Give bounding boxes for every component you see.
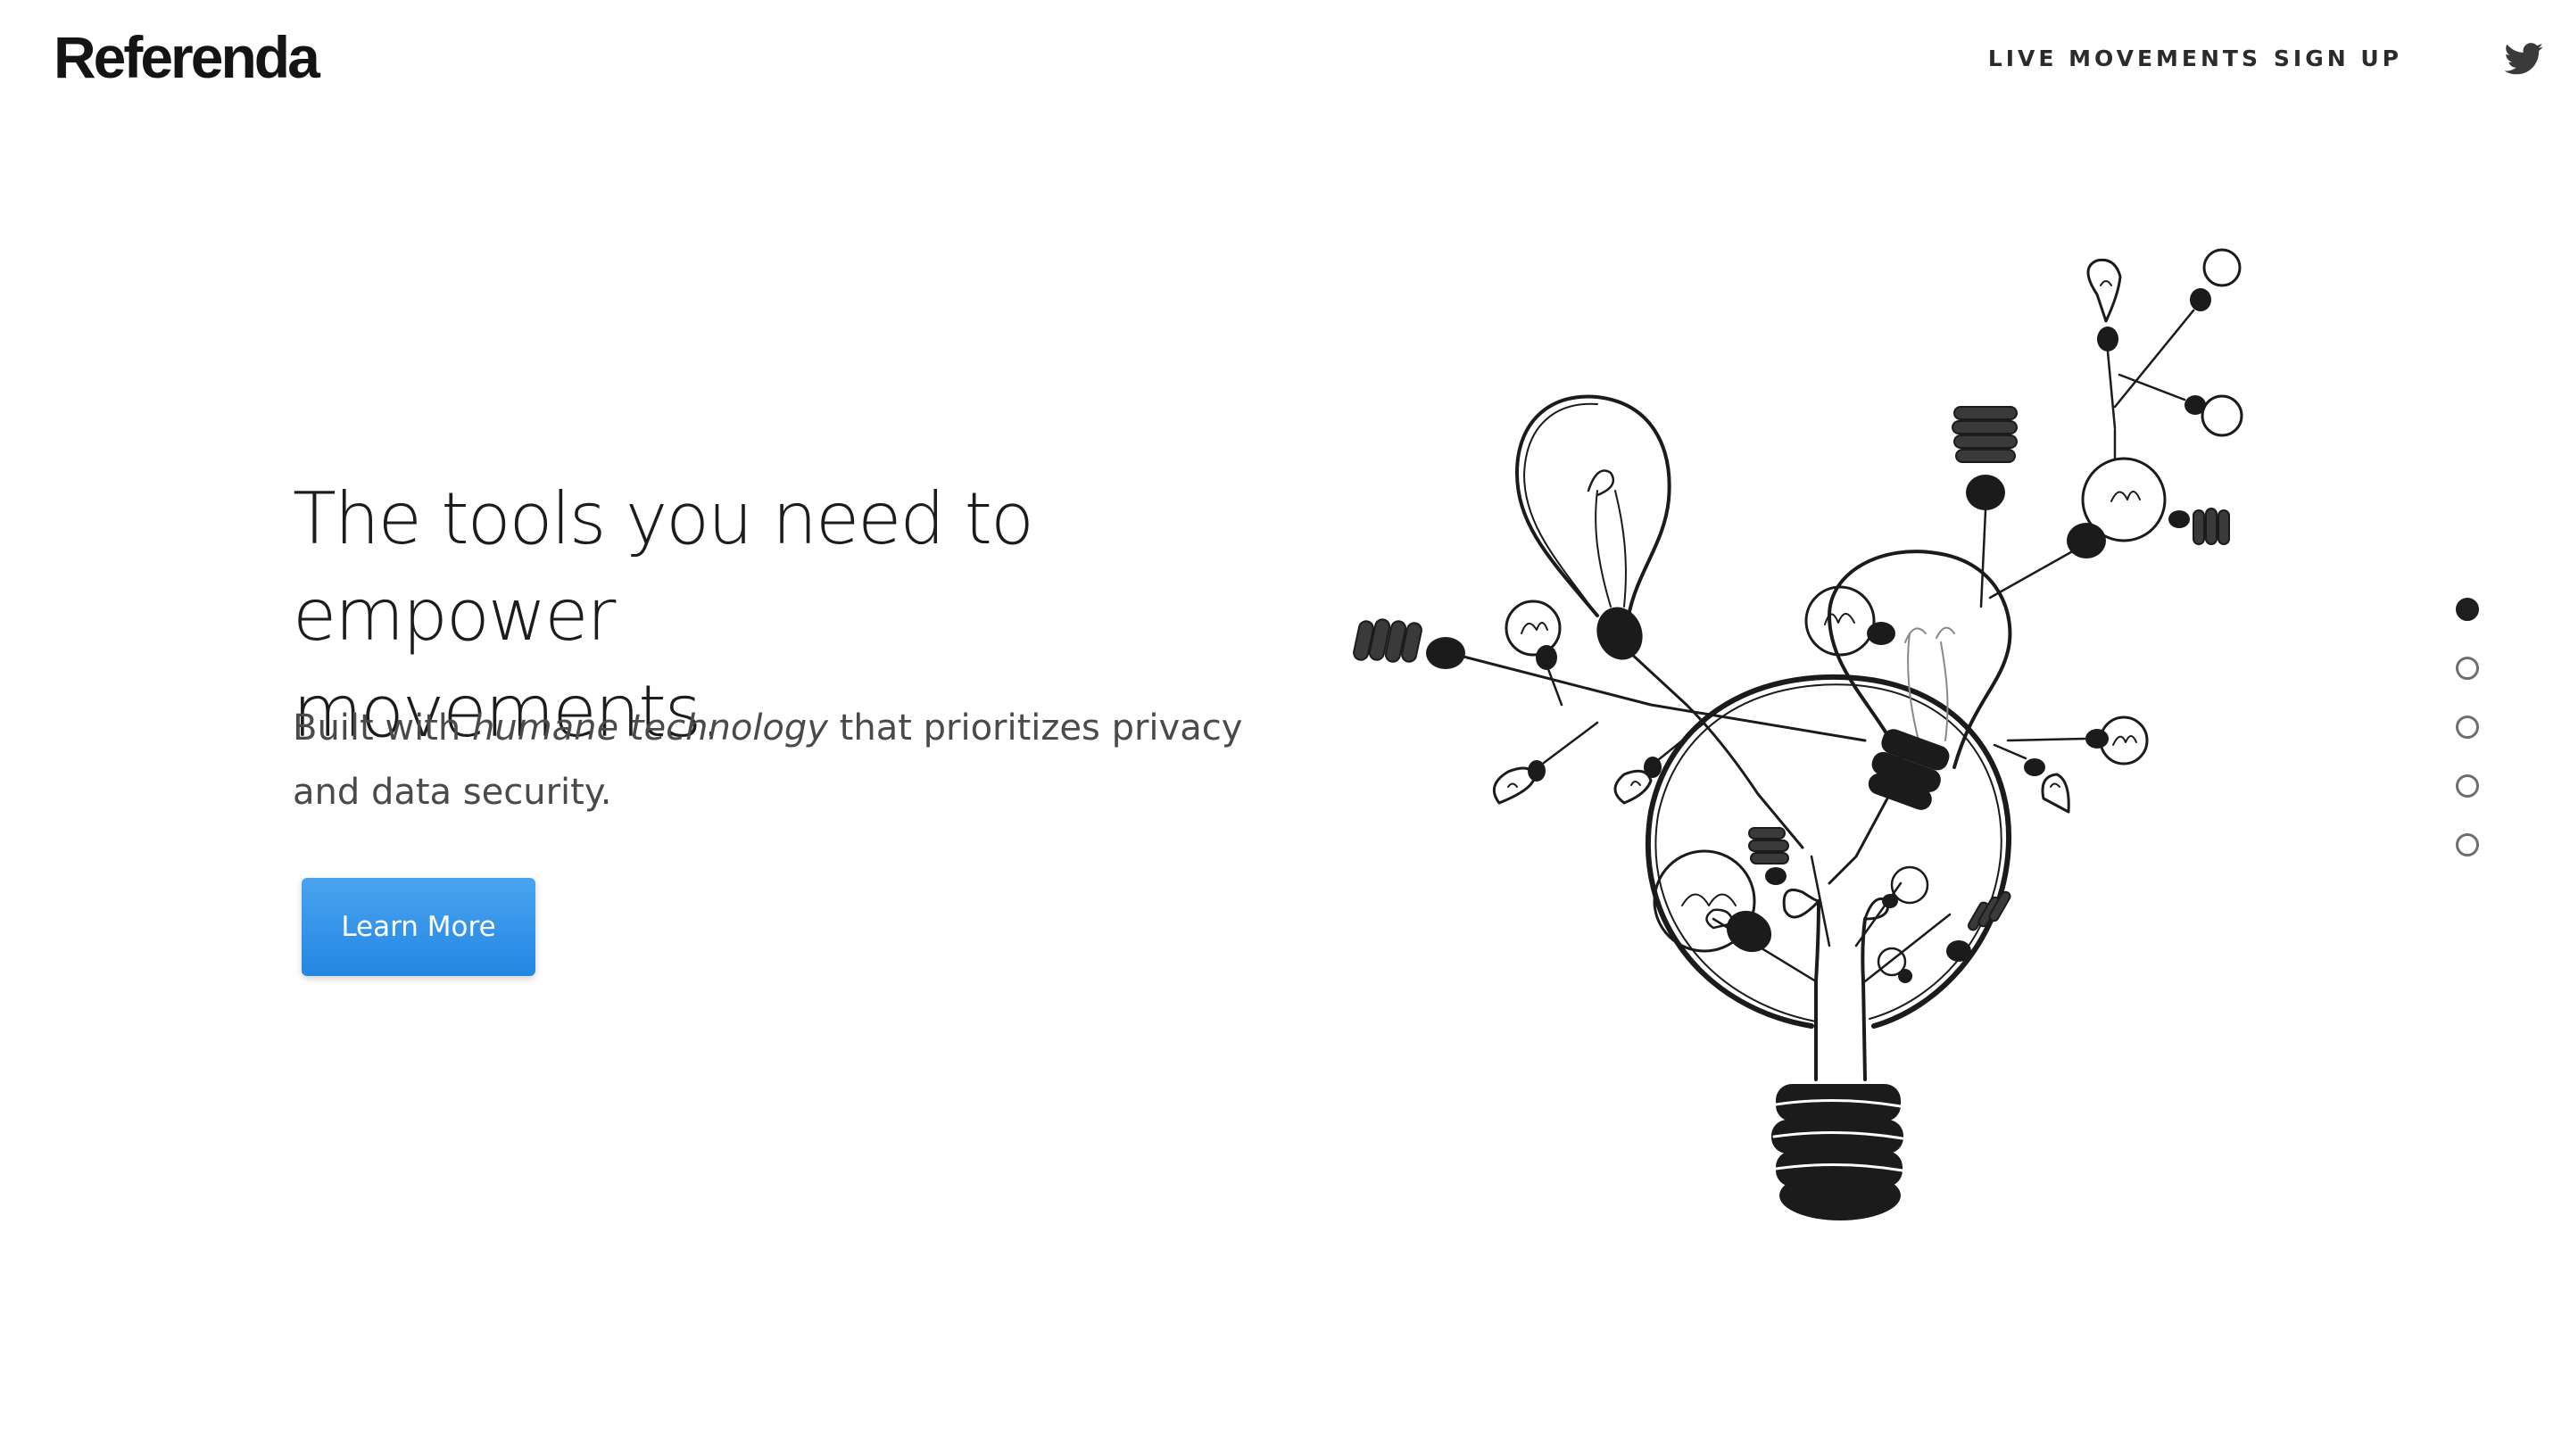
small-bulb-2-icon bbox=[1492, 721, 1599, 805]
center-right-bulb-icon bbox=[1828, 550, 2012, 885]
small-bulb-3-icon bbox=[1613, 721, 1706, 805]
lightbulb-sketch-illustration bbox=[1353, 248, 2243, 1220]
pager-dot-4[interactable] bbox=[2456, 774, 2479, 798]
pager-dot-5[interactable] bbox=[2456, 833, 2479, 856]
nav-sign-up[interactable]: SIGN UP bbox=[2274, 41, 2402, 77]
small-bulb-5-icon bbox=[2006, 716, 2149, 765]
pager-dot-1[interactable] bbox=[2456, 598, 2479, 621]
hero-subtitle: Built with humane technology that priori… bbox=[293, 696, 1292, 824]
nav-live-movements[interactable]: LIVE MOVEMENTS bbox=[1988, 41, 2261, 77]
small-bulb-4-icon bbox=[1804, 585, 1895, 657]
small-bulb-1-icon bbox=[1505, 600, 1563, 707]
landing-page: Referenda LIVE MOVEMENTS SIGN UP The too… bbox=[0, 0, 2570, 1456]
subtitle-prefix: Built with bbox=[293, 707, 472, 749]
headline-line-1: The tools you need to empower bbox=[293, 477, 1034, 657]
pager-dot-3[interactable] bbox=[2456, 716, 2479, 739]
subtitle-emphasis: humane technology bbox=[472, 707, 828, 749]
lower-left-bulb-icon bbox=[1653, 849, 1772, 953]
pager-dot-2[interactable] bbox=[2456, 657, 2479, 680]
learn-more-button[interactable]: Learn More bbox=[302, 878, 535, 976]
twitter-icon[interactable] bbox=[2504, 43, 2543, 75]
upper-right-bulbs-icon bbox=[1952, 248, 2243, 608]
logo[interactable]: Referenda bbox=[54, 25, 320, 89]
